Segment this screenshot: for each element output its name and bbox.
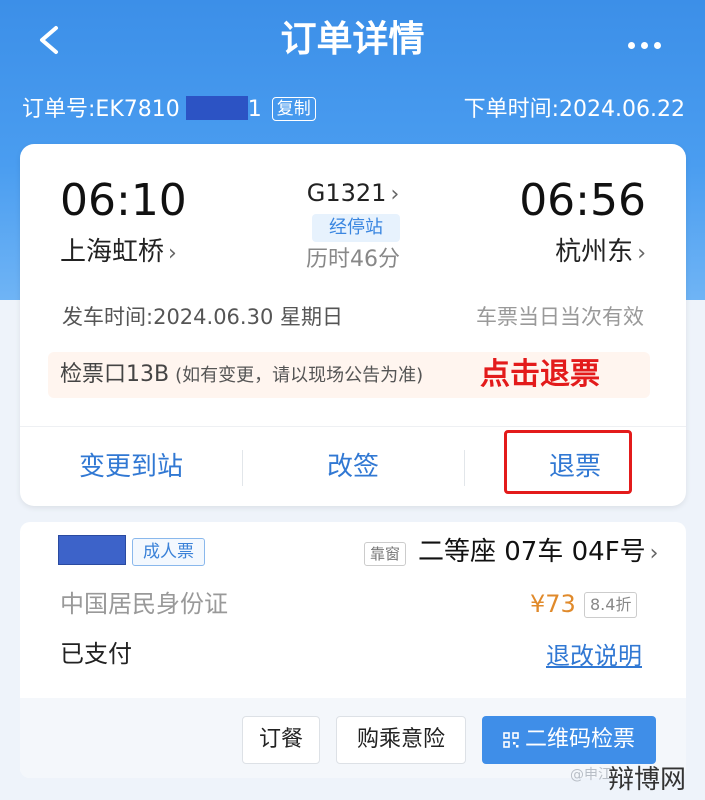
chevron-right-icon: › [649,541,659,566]
stops-badge[interactable]: 经停站 [312,214,400,242]
seat-info[interactable]: 二等座 07车 04F号 › [418,534,658,572]
refund-annotation: 点击退票 [480,357,600,392]
gate-number: 检票口13B [60,362,170,387]
brand-watermark: 辩博网 [608,765,687,795]
ticket-validity: 车票当日当次有效 [476,305,644,329]
reschedule-button[interactable]: 改签 [242,428,464,506]
window-seat-tag: 靠窗 [364,542,407,566]
trip-duration: 历时46分 [306,247,400,272]
source-watermark: @申江 [570,767,612,783]
ticket-type-badge: 成人票 [132,538,205,566]
train-number-text: G1321 [306,179,387,207]
passenger-card: 成人票 靠窗 二等座 07车 04F号 › 中国居民身份证 ¥73 8.4折 已支… [20,522,686,778]
order-time: 下单时间:2024.06.22 [464,94,685,126]
id-type: 中国居民身份证 [60,590,228,618]
payment-status: 已支付 [60,640,132,668]
qr-code-icon [503,732,519,748]
depart-date: 发车时间:2024.06.30 星期日 [62,301,343,333]
change-station-button[interactable]: 变更到站 [20,428,242,506]
depart-date-label: 发车时间: [62,305,154,329]
discount-badge: 8.4折 [584,592,638,618]
gate-note: (如有变更，请以现场公告为准) [175,365,424,386]
order-number-suffix: 1 [247,97,262,122]
page-title: 订单详情 [280,19,425,60]
chevron-right-icon: › [390,182,400,207]
copy-button[interactable]: 复制 [271,97,316,121]
order-number: 订单号:EK7810 1 复制 [22,94,316,126]
passenger-name-redacted [58,535,126,565]
train-number[interactable]: G1321 › [20,176,686,212]
refund-rules-link[interactable]: 退改说明 [546,638,642,674]
gate-info: 检票口13B (如有变更，请以现场公告为准) 点击退票 [48,352,650,398]
trip-card: 06:10 06:56 上海虹桥 › 杭州东 › G1321 › 经停站 历时46分 … [20,144,686,506]
order-number-prefix: EK7810 [95,97,180,122]
refund-highlight-box [504,430,632,494]
order-number-label: 订单号: [22,97,96,122]
more-options-icon[interactable] [628,34,672,49]
buy-insurance-button[interactable]: 购乘意险 [336,716,466,764]
depart-date-value: 2024.06.30 星期日 [153,305,343,329]
ticket-price: ¥73 [530,590,576,618]
order-time-value: 2024.06.22 [559,97,685,122]
divider [20,426,686,427]
seat-text: 二等座 07车 04F号 [418,537,646,567]
order-time-label: 下单时间: [463,97,560,122]
qr-check-label: 二维码检票 [524,727,635,752]
qr-check-button[interactable]: 二维码检票 [482,716,656,764]
gate-text: 检票口13B (如有变更，请以现场公告为准) [60,359,423,392]
redaction-mask [185,96,248,120]
order-meal-button[interactable]: 订餐 [242,716,320,764]
